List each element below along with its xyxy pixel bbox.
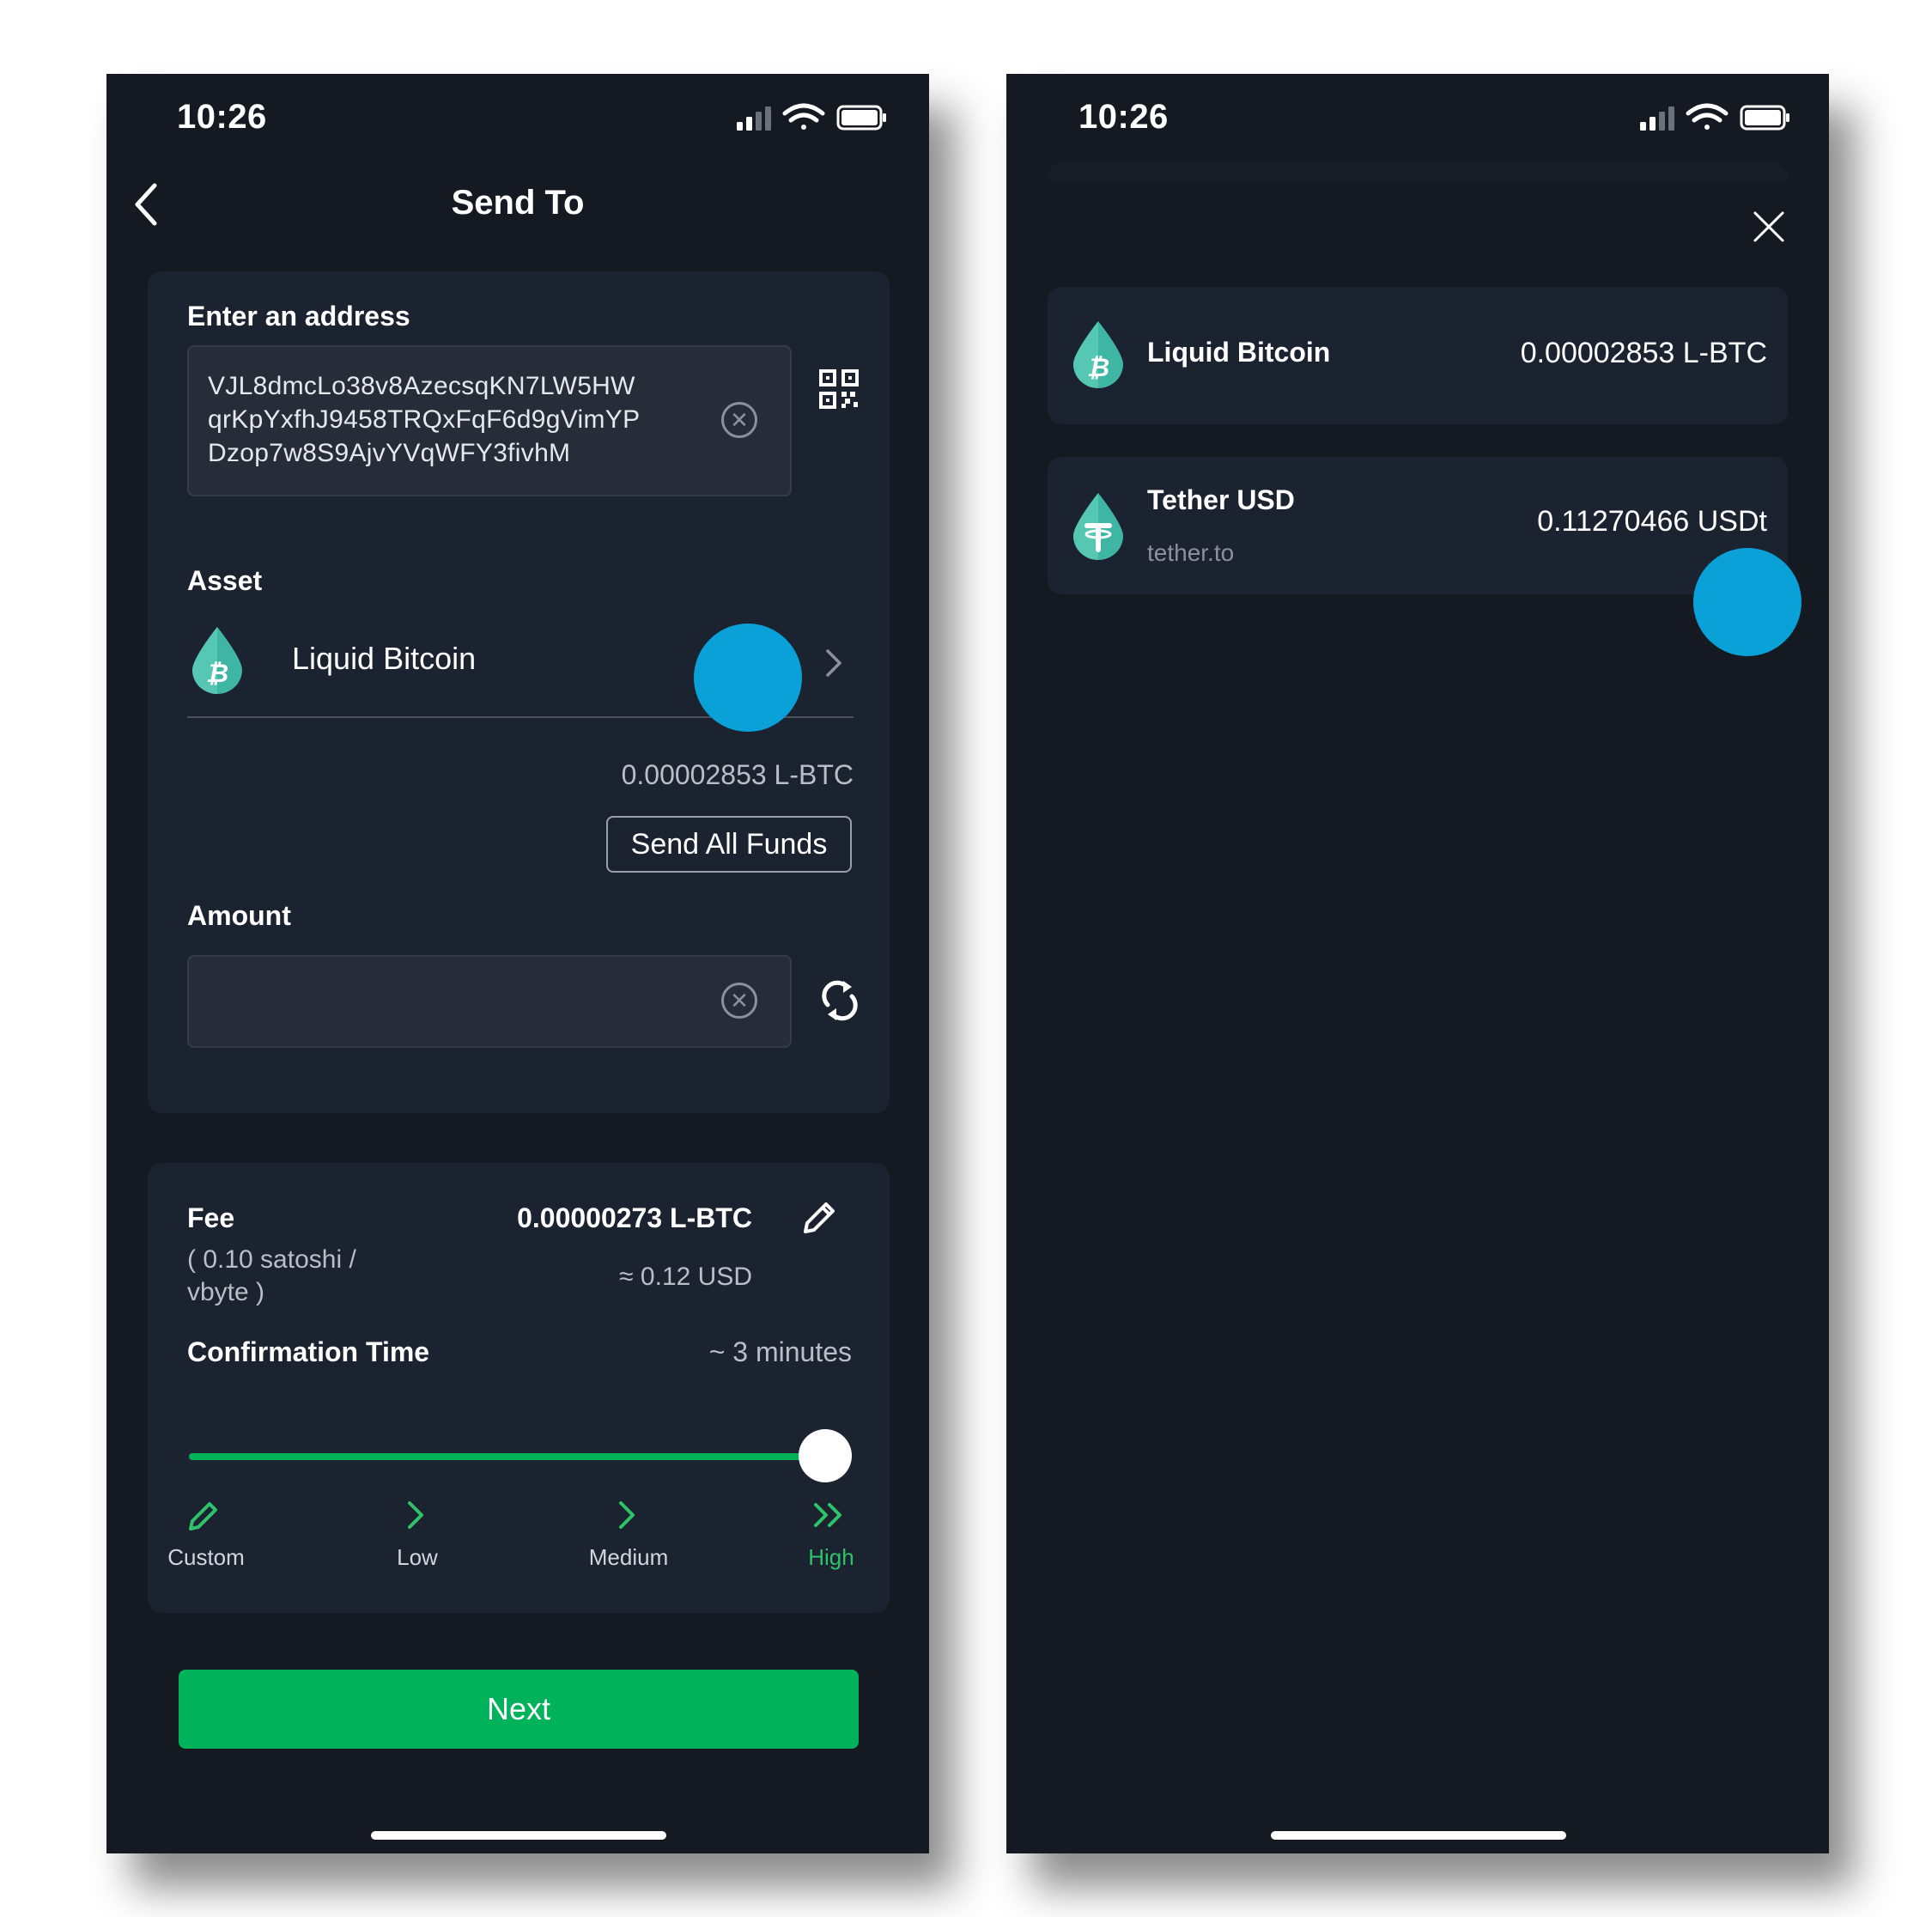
- speed-label-high: High: [808, 1544, 854, 1570]
- speed-label-custom: Custom: [167, 1544, 245, 1570]
- asset-balance: 0.00002853 L-BTC: [1520, 337, 1767, 369]
- fee-slider-track[interactable]: [189, 1453, 824, 1460]
- fee-slider-thumb[interactable]: [799, 1429, 852, 1482]
- wifi-icon: [782, 103, 825, 130]
- wifi-icon: [1686, 103, 1728, 130]
- chevron-right-icon: [826, 649, 841, 677]
- next-button[interactable]: Next: [179, 1670, 859, 1749]
- swap-currency-icon[interactable]: [821, 979, 859, 1022]
- home-indicator: [1271, 1831, 1566, 1840]
- liquid-bitcoin-icon: ₿: [1073, 321, 1123, 388]
- fee-rate-line-2: vbyte ): [187, 1278, 265, 1306]
- clear-address-icon[interactable]: ✕: [721, 402, 757, 438]
- asset-name: Liquid Bitcoin: [1147, 337, 1331, 368]
- edit-fee-icon[interactable]: [800, 1199, 838, 1237]
- speed-label-medium: Medium: [588, 1544, 669, 1570]
- chevron-right-icon: [408, 1501, 423, 1529]
- fee-usd: ≈ 0.12 USD: [619, 1263, 752, 1291]
- close-icon[interactable]: [1752, 210, 1786, 244]
- asset-label: Asset: [187, 565, 263, 596]
- amount-label: Amount: [187, 900, 291, 931]
- address-input[interactable]: VJL8dmcLo38v8AzecsqKN7LW5HW qrKpYxfhJ945…: [187, 345, 792, 496]
- svg-text:₿: ₿: [1087, 353, 1109, 383]
- chevron-right-icon: [619, 1501, 635, 1529]
- speed-label-low: Low: [397, 1544, 438, 1570]
- sheet-top-edge: [1048, 163, 1788, 180]
- liquid-bitcoin-icon: ₿: [192, 627, 242, 694]
- signal-icon: [737, 106, 771, 131]
- touch-indicator: [694, 624, 802, 732]
- address-line-2: qrKpYxfhJ9458TRQxFqF6d9gVimYP: [208, 405, 641, 434]
- fee-rate-line-1: ( 0.10 satoshi /: [187, 1245, 356, 1274]
- qr-code-icon[interactable]: [819, 369, 859, 409]
- clear-amount-icon[interactable]: ✕: [721, 983, 757, 1019]
- status-icons: [1640, 103, 1789, 131]
- send-all-funds-button[interactable]: Send All Funds: [606, 816, 852, 873]
- asset-name: Tether USD: [1147, 484, 1295, 515]
- asset-row-liquid-bitcoin[interactable]: ₿ Liquid Bitcoin 0.00002853 L-BTC: [1048, 287, 1788, 424]
- asset-name: Liquid Bitcoin: [292, 641, 477, 676]
- page-title: Send To: [451, 184, 585, 222]
- asset-balance: 0.11270466 USDt: [1537, 505, 1767, 538]
- asset-row-tether-usd[interactable]: Tether USD tether.to 0.11270466 USDt: [1048, 457, 1788, 594]
- asset-picker-screen: 10:26 ₿ Liquid Bitcoin 0.00002853 L-BTC …: [1006, 74, 1829, 1853]
- asset-domain: tether.to: [1147, 539, 1235, 566]
- address-line-1: VJL8dmcLo38v8AzecsqKN7LW5HW: [208, 372, 635, 400]
- signal-icon: [1640, 106, 1674, 131]
- double-chevron-right-icon: [814, 1503, 841, 1527]
- fee-amount: 0.00000273 L-BTC: [517, 1202, 752, 1233]
- pencil-icon: [189, 1502, 217, 1531]
- confirmation-time-value: ~ 3 minutes: [708, 1336, 852, 1367]
- home-indicator: [371, 1831, 666, 1840]
- status-icons: [737, 103, 886, 131]
- battery-icon: [836, 105, 886, 131]
- status-time: 10:26: [177, 98, 267, 136]
- address-label: Enter an address: [187, 301, 410, 332]
- touch-indicator: [1693, 548, 1801, 656]
- svg-text:₿: ₿: [206, 659, 228, 689]
- amount-input[interactable]: ✕: [187, 955, 792, 1048]
- send-to-screen: 10:26 Send To Enter an address VJL8dmcLo…: [106, 74, 929, 1853]
- asset-balance: 0.00002853 L-BTC: [621, 759, 854, 790]
- battery-icon: [1740, 105, 1789, 131]
- status-time: 10:26: [1078, 98, 1169, 136]
- address-line-3: Dzop7w8S9AjvYVqWFY3fivhM: [208, 439, 571, 467]
- confirmation-time-label: Confirmation Time: [187, 1336, 430, 1367]
- tether-icon: [1073, 493, 1123, 560]
- fee-label: Fee: [187, 1202, 235, 1233]
